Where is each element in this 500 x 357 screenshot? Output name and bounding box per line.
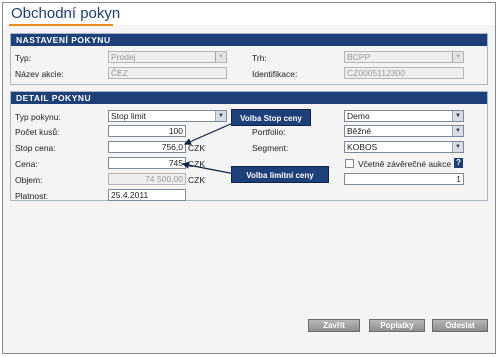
nazev-label: Název akcie: [15,69,64,79]
chevron-down-icon: ▼ [215,111,226,121]
platnost-label: Platnost: [15,191,49,201]
ident-label: Identifikace: [252,69,298,79]
ident-field[interactable]: CZ0005112300 [344,67,464,79]
trh-label: Trh: [252,53,267,63]
account-select[interactable]: Demo ▼ [344,110,464,122]
chevron-down-icon: ▼ [215,52,226,62]
typ-select[interactable]: Prodej ▼ [108,51,227,63]
order-detail-section: DETAIL POKYNU Typ pokynu: Stop limit ▼ P… [10,91,488,201]
portfolio-label: Portfolio: [252,127,286,137]
send-button[interactable]: Odeslat [432,319,488,332]
segment-label: Segment: [252,143,289,153]
detail-header: DETAIL POKYNU [11,92,487,104]
stop-price-input[interactable]: 756,0 [108,141,186,153]
nazev-field[interactable]: ČEZ [108,67,227,79]
chevron-down-icon: ▼ [452,111,463,121]
pocet-label: Počet kusů: [15,127,60,137]
cena-unit: CZK [188,159,205,169]
order-settings-section: NASTAVENÍ POKYNU Typ: Prodej ▼ Název akc… [10,33,488,85]
help-icon[interactable]: ? [454,158,463,168]
typ-pokynu-label: Typ pokynu: [15,112,61,122]
order-window: Obchodní pokyn NASTAVENÍ POKYNU Typ: Pro… [2,2,496,354]
settings-header: NASTAVENÍ POKYNU [11,34,487,46]
pocet-input[interactable]: 100 [108,125,186,137]
chevron-down-icon: ▼ [452,126,463,136]
objem-field: 74 500,00 [108,173,186,185]
typ-pokynu-select[interactable]: Stop limit ▼ [108,110,227,122]
chevron-down-icon: ▼ [452,142,463,152]
limit-price-input[interactable]: 745 [108,157,186,169]
stop-price-callout: Volba Stop ceny [231,109,311,126]
objem-label: Objem: [15,175,43,185]
limit-price-callout: Volba limitní ceny [231,166,329,183]
aukce-count-input[interactable]: 1 [344,173,464,185]
trh-value: BCPP [347,52,371,62]
trh-select[interactable]: BCPP ▼ [344,51,464,63]
objem-unit: CZK [188,175,205,185]
stop-label: Stop cena: [15,143,56,153]
aukce-checkbox[interactable] [345,159,354,168]
portfolio-select[interactable]: Běžné ▼ [344,125,464,137]
cena-label: Cena: [15,159,38,169]
typ-label: Typ: [15,53,32,63]
typ-value: Prodej [111,52,136,62]
account-value: Demo [347,111,370,121]
segment-select[interactable]: KOBOS ▼ [344,141,464,153]
aukce-label: Včetně závěrečné aukce [358,159,452,169]
portfolio-value: Běžné [347,126,372,136]
typ-pokynu-value: Stop limit [111,111,146,121]
close-button[interactable]: Zavřít [308,319,360,332]
chevron-down-icon: ▼ [452,52,463,62]
platnost-input[interactable]: 25.4.2011 [108,189,186,201]
window-title: Obchodní pokyn [11,5,121,22]
title-bar: Obchodní pokyn [3,3,495,26]
stop-unit: CZK [188,143,205,153]
fees-button[interactable]: Poplatky [369,319,425,332]
segment-value: KOBOS [347,142,378,152]
title-underline [9,24,113,26]
